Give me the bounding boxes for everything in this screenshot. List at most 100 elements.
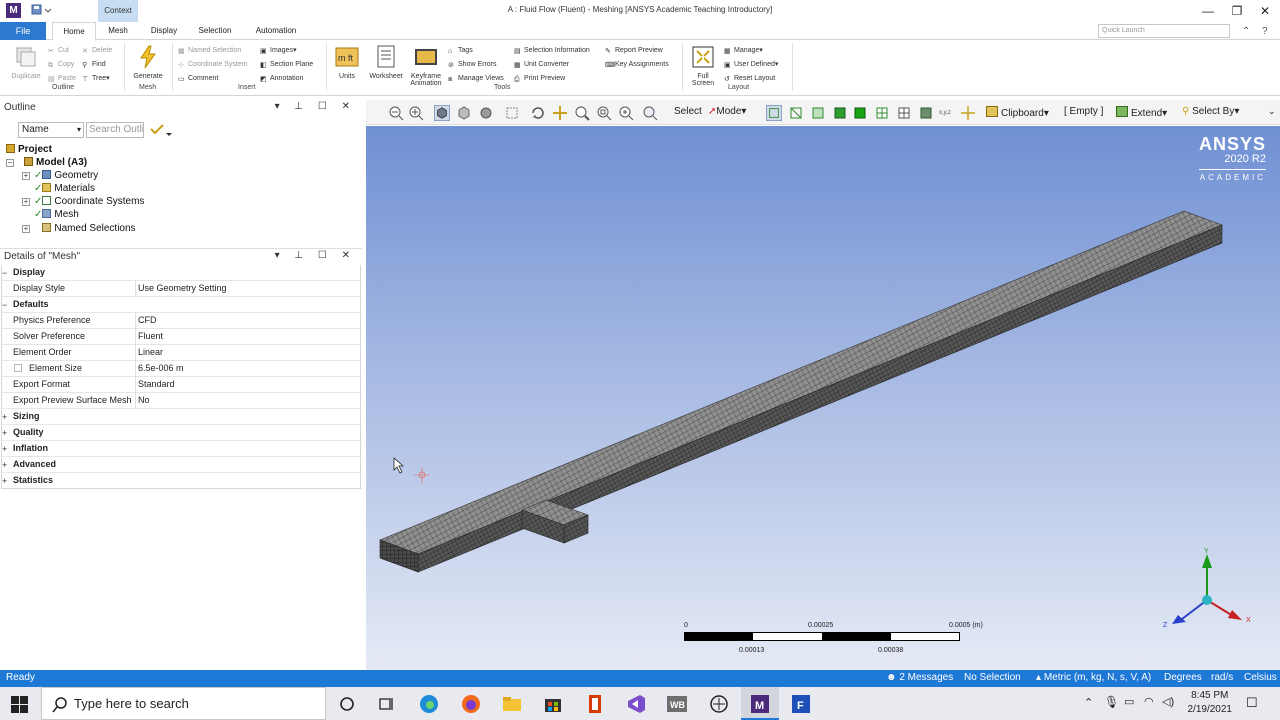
units-button[interactable]: m ft Units <box>332 45 362 80</box>
tab-automation[interactable]: Automation <box>248 22 304 41</box>
meshing-app-icon[interactable]: M <box>6 3 21 18</box>
details-section-row[interactable]: + Inflation <box>1 441 362 457</box>
mode-dropdown[interactable]: ➚Mode▾ <box>708 106 746 117</box>
section-plane-button[interactable]: ◧ Section Plane <box>260 59 313 71</box>
edge-browser-icon[interactable] <box>418 693 440 715</box>
notifications-icon[interactable]: ☐ <box>1246 695 1258 711</box>
keyframe-animation-button[interactable]: Keyframe Animation <box>406 45 446 87</box>
mesh-model[interactable] <box>366 126 1280 670</box>
select-element-icon[interactable] <box>918 105 934 121</box>
context-tab[interactable]: Context <box>98 0 138 22</box>
temperature-unit[interactable]: Celsius <box>1244 672 1277 683</box>
select-mesh-node-icon[interactable] <box>874 105 890 121</box>
details-value[interactable]: 6.5e-006 m <box>135 361 362 377</box>
ribbon-minimize-icon[interactable]: ⌃ <box>1242 26 1250 37</box>
zoom-out-icon[interactable] <box>388 105 404 121</box>
report-preview-button[interactable]: ✎ Report Preview <box>605 45 663 57</box>
outline-filter-dropdown[interactable]: Name ▾ <box>18 122 84 138</box>
show-errors-button[interactable]: ⊘ Show Errors <box>448 59 497 71</box>
details-section-row[interactable]: + Sizing <box>1 409 362 425</box>
details-property-row[interactable]: Solver Preference Fluent <box>1 329 362 345</box>
details-property-row[interactable]: Element Size 6.5e-006 m <box>1 361 362 377</box>
details-property-row[interactable]: Export Preview Surface Mesh No <box>1 393 362 409</box>
coordinate-system-button[interactable]: ⊹ Coordinate System <box>178 59 248 71</box>
details-value[interactable]: CFD <box>135 313 362 329</box>
minimize-button[interactable]: — <box>1193 2 1223 20</box>
wireframe-icon[interactable] <box>456 105 472 121</box>
user-defined-button[interactable]: ▣ User Defined▾ <box>724 59 778 71</box>
battery-icon[interactable]: ▭ <box>1124 695 1134 708</box>
unit-converter-button[interactable]: ▦ Unit Converter <box>514 59 569 71</box>
expand-icon[interactable]: + <box>2 412 7 422</box>
delete-button[interactable]: ✕ Delete <box>82 45 112 57</box>
tab-file[interactable]: File <box>0 22 46 40</box>
tree-item-coordinate-systems[interactable]: ✓ Coordinate Systems <box>34 195 144 208</box>
key-assignments-button[interactable]: ⌨Key Assignments <box>605 59 669 71</box>
select-face-icon[interactable] <box>810 105 826 121</box>
details-value[interactable]: Standard <box>135 377 362 393</box>
quick-access-toolbar[interactable] <box>30 4 52 16</box>
meshing-taskbar-icon[interactable]: M <box>749 693 771 715</box>
fluent-taskbar-icon[interactable]: F <box>790 693 812 715</box>
full-screen-button[interactable]: Full Screen <box>688 45 718 87</box>
expand-icon[interactable]: + <box>22 172 30 180</box>
details-section-row[interactable]: + Quality <box>1 425 362 441</box>
tab-mesh[interactable]: Mesh <box>100 22 136 41</box>
selection-information-button[interactable]: ▤ Selection Information <box>514 45 590 57</box>
cut-button[interactable]: ✂ Cut <box>48 45 69 57</box>
images-button[interactable]: ▣ Images▾ <box>260 45 296 57</box>
close-button[interactable]: ✕ <box>1250 2 1280 20</box>
generate-mesh-button[interactable]: Generate <box>130 45 166 80</box>
expand-icon[interactable]: + <box>2 428 7 438</box>
find-button[interactable]: ⚲ Find <box>82 59 106 71</box>
expand-icon[interactable]: + <box>22 198 30 206</box>
design-modeler-icon[interactable] <box>708 693 730 715</box>
collapse-icon[interactable]: − <box>6 159 14 167</box>
select-body-icon[interactable] <box>832 105 848 121</box>
edges-icon[interactable] <box>478 105 494 121</box>
zoom-icon[interactable] <box>574 105 590 121</box>
expand-icon[interactable]: + <box>2 476 7 486</box>
tree-button[interactable]: ⊤ Tree▾ <box>82 73 110 85</box>
messages-indicator[interactable]: ☻ 2 Messages <box>886 672 953 683</box>
details-value[interactable]: Fluent <box>135 329 362 345</box>
print-preview-button[interactable]: ⎙ Print Preview <box>514 73 565 85</box>
details-property-row[interactable]: Physics Preference CFD <box>1 313 362 329</box>
graphics-viewport[interactable]: ANSYS 2020 R2 ACADEMIC 0 0.00025 0.0005 … <box>366 126 1280 670</box>
tray-overflow-icon[interactable]: ⌃ <box>1084 696 1093 709</box>
quick-launch-input[interactable]: Quick Launch <box>1098 24 1230 38</box>
box-zoom-icon[interactable] <box>596 105 612 121</box>
tree-item-mesh[interactable]: ✓ Mesh <box>34 208 79 221</box>
select-element-face-icon[interactable] <box>852 105 868 121</box>
details-section-row[interactable]: − Defaults <box>1 297 362 313</box>
taskbar-search[interactable]: Type here to search <box>41 687 326 720</box>
details-property-row[interactable]: Element Order Linear <box>1 345 362 361</box>
file-explorer-icon[interactable] <box>501 693 523 715</box>
select-mesh-element-icon[interactable] <box>896 105 912 121</box>
tree-item-geometry[interactable]: ✓ Geometry <box>34 169 98 182</box>
unit-system[interactable]: ▴ Metric (m, kg, N, s, V, A) <box>1036 672 1151 683</box>
tree-item-named-selections[interactable]: ✓Named Selections <box>34 222 136 235</box>
select-edge-icon[interactable] <box>788 105 804 121</box>
details-value[interactable]: Use Geometry Setting <box>135 281 362 297</box>
pan-icon[interactable] <box>552 105 568 121</box>
firefox-icon[interactable] <box>460 693 482 715</box>
select-label[interactable]: Select <box>674 106 702 117</box>
collapse-icon[interactable]: − <box>2 268 7 278</box>
manage-button[interactable]: ▦ Manage▾ <box>724 45 763 57</box>
rotate-icon[interactable] <box>530 105 546 121</box>
details-section-row[interactable]: + Advanced <box>1 457 362 473</box>
windows-start-icon[interactable] <box>11 696 28 713</box>
tab-home[interactable]: Home <box>52 22 96 41</box>
copy-button[interactable]: ⧉ Copy <box>48 59 74 71</box>
details-property-row[interactable]: Export Format Standard <box>1 377 362 393</box>
task-view-icon[interactable] <box>376 693 398 715</box>
named-selection-button[interactable]: ▦ Named Selection <box>178 45 241 57</box>
panel-controls[interactable]: ▾ ⊥ ☐ ✕ <box>275 101 356 112</box>
help-icon[interactable]: ? <box>1262 26 1268 37</box>
select-coordinate-icon[interactable]: x,y,z <box>938 105 954 121</box>
wifi-icon[interactable]: ◠ <box>1144 695 1154 708</box>
tree-item-model[interactable]: Model (A3) <box>24 156 87 169</box>
details-section-row[interactable]: − Display <box>1 265 362 281</box>
cortana-icon[interactable] <box>336 693 358 715</box>
